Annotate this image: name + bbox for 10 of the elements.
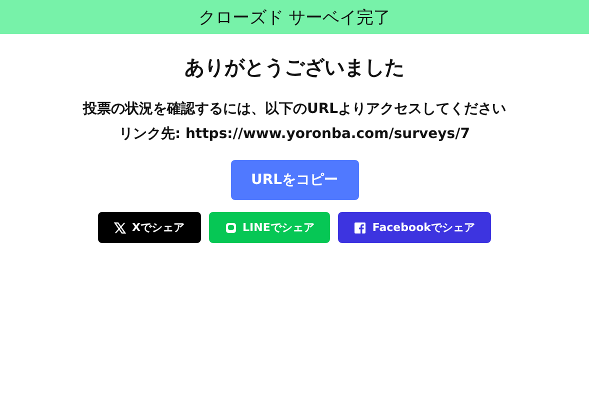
message-text: 投票の状況を確認するには、以下のURLよりアクセスしてください (82, 100, 506, 119)
x-logo-icon (114, 222, 126, 234)
copy-url-button[interactable]: URLをコピー (230, 160, 358, 200)
heading: ありがとうございました (184, 54, 404, 81)
header-title: クローズド サーベイ完了 (198, 6, 391, 28)
chat-bubble-icon (224, 222, 237, 234)
facebook-share-button[interactable]: Facebookでシェア (338, 212, 491, 243)
x-share-button[interactable]: Xでシェア (98, 212, 201, 243)
link-text: リンク先: https://www.yoronba.com/surveys/7 (118, 125, 470, 144)
facebook-logo-icon (354, 222, 366, 234)
